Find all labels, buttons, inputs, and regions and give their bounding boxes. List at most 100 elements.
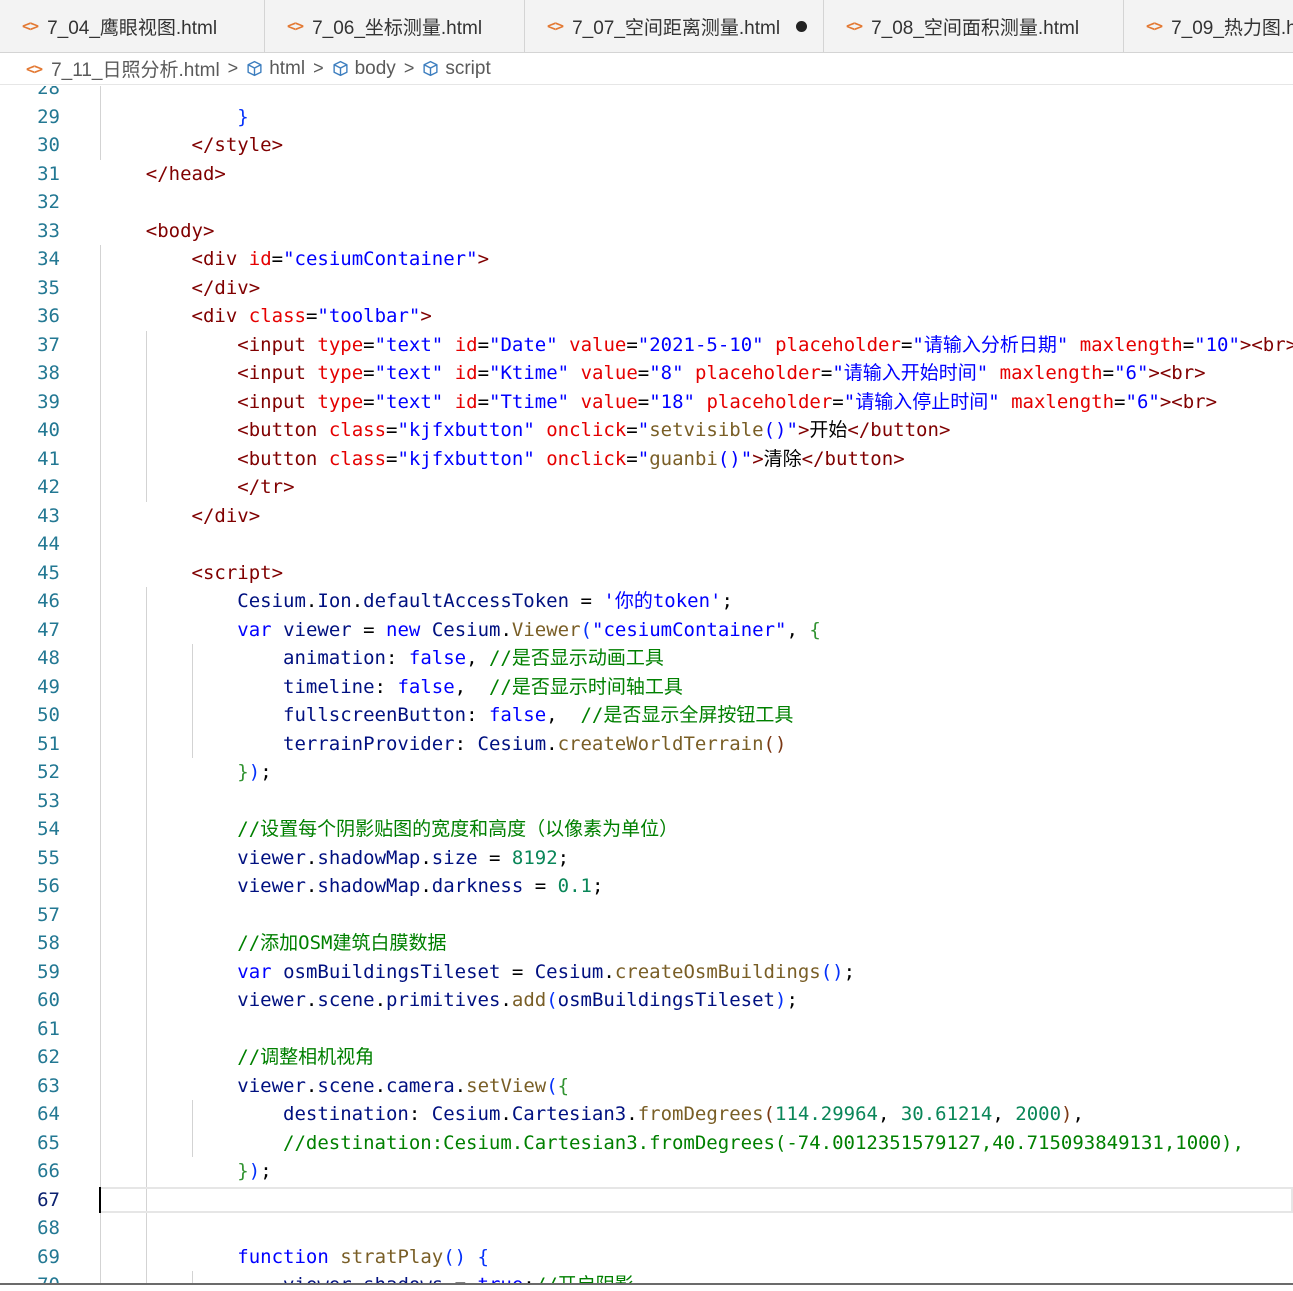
code-token: =: [569, 590, 604, 612]
panel-divider: [0, 1283, 1293, 1285]
breadcrumb-item-script[interactable]: script: [422, 58, 491, 80]
code-line[interactable]: 41 <button class="kjfxbutton" onclick="g…: [0, 444, 1293, 473]
code-token: 开始: [809, 419, 848, 441]
code-line[interactable]: 34 <div id="cesiumContainer">: [0, 245, 1293, 274]
tab-7-07[interactable]: <> 7_07_空间距离测量.html: [525, 0, 824, 52]
code-line[interactable]: 31 </head>: [0, 160, 1293, 189]
code-line[interactable]: 44: [0, 530, 1293, 559]
code-token: //添加OSM建筑白膜数据: [237, 932, 447, 954]
code-token: button: [248, 419, 318, 441]
line-number: 41: [37, 447, 60, 470]
code-line[interactable]: 53: [0, 786, 1293, 815]
code-line[interactable]: 54 //设置每个阴影贴图的宽度和高度（以像素为单位）: [0, 815, 1293, 844]
code-token: createOsmBuildings: [614, 960, 821, 983]
code-line[interactable]: 59 var osmBuildingsTileset = Cesium.crea…: [0, 957, 1293, 986]
code-line[interactable]: 66 });: [0, 1157, 1293, 1186]
line-number: 40: [37, 419, 60, 441]
code-token: <: [191, 305, 203, 327]
code-token: >: [214, 162, 226, 185]
code-line[interactable]: 37 <input type="text" id="Date" value="2…: [0, 330, 1293, 359]
code-line[interactable]: 39 <input type="text" id="Ttime" value="…: [0, 387, 1293, 416]
code-line[interactable]: 58 //添加OSM建筑白膜数据: [0, 929, 1293, 958]
breadcrumb: <> 7_11_日照分析.html > html > body > script: [0, 53, 1293, 85]
code-token: maxlength: [1011, 390, 1115, 413]
code-line[interactable]: 47 var viewer = new Cesium.Viewer("cesiu…: [0, 615, 1293, 644]
code-line[interactable]: 57: [0, 900, 1293, 929]
code-line[interactable]: 70 viewer.shadows = true;//开启阴影: [0, 1271, 1293, 1283]
code-line[interactable]: 40 <button class="kjfxbutton" onclick="s…: [0, 416, 1293, 445]
tab-7-04[interactable]: <> 7_04_鹰眼视图.html: [0, 0, 265, 52]
tab-7-06[interactable]: <> 7_06_坐标测量.html: [265, 0, 525, 52]
code-token: (): [443, 1245, 467, 1268]
code-line[interactable]: 61: [0, 1014, 1293, 1043]
indent-guide: [100, 1214, 101, 1243]
code-line[interactable]: 32: [0, 188, 1293, 217]
code-line[interactable]: 35 </div>: [0, 273, 1293, 303]
breadcrumb-item-label: html: [269, 57, 306, 79]
code-line[interactable]: 69 function stratPlay() {: [0, 1242, 1293, 1271]
code-text: </div>: [100, 274, 261, 303]
code-line[interactable]: 43 </div>: [0, 501, 1293, 530]
code-line[interactable]: 36 <div class="toolbar">: [0, 302, 1293, 331]
code-token: >: [202, 219, 215, 242]
code-line[interactable]: 50 fullscreenButton: false, //是否显示全屏按钮工具: [0, 701, 1293, 730]
code-token: =: [363, 390, 375, 413]
code-line[interactable]: 38 <input type="text" id="Ktime" value="…: [0, 359, 1293, 388]
code-token: (): [820, 960, 844, 983]
code-token: .: [500, 1103, 512, 1125]
breadcrumb-item-body[interactable]: body: [332, 58, 396, 80]
tab-7-08[interactable]: <> 7_08_空间面积测量.html: [824, 0, 1124, 52]
code-token: id: [454, 333, 478, 356]
code-token: <: [191, 248, 203, 270]
code-line[interactable]: 55 viewer.shadowMap.size = 8192;: [0, 843, 1293, 872]
code-line[interactable]: 48 animation: false, //是否显示动画工具: [0, 644, 1293, 673]
code-text: destination: Cesium.Cartesian3.fromDegre…: [100, 1100, 1084, 1129]
code-line[interactable]: 65 //destination:Cesium.Cartesian3.fromD…: [0, 1128, 1293, 1157]
code-line[interactable]: 67: [0, 1185, 1293, 1214]
code-line[interactable]: 51 terrainProvider: Cesium.createWorldTe…: [0, 729, 1293, 758]
unsaved-dot-icon[interactable]: [796, 20, 808, 32]
code-line[interactable]: 64 destination: Cesium.Cartesian3.fromDe…: [0, 1100, 1293, 1129]
code-token: ;: [557, 846, 570, 869]
code-line[interactable]: 62 //调整相机视角: [0, 1043, 1293, 1072]
code-line[interactable]: 33 <body>: [0, 217, 1293, 246]
code-line[interactable]: 56 viewer.shadowMap.darkness = 0.1;: [0, 872, 1293, 901]
code-line[interactable]: 28: [0, 86, 1293, 103]
code-token: .: [305, 875, 318, 897]
indent-guide: [100, 786, 101, 815]
code-token: </: [801, 447, 825, 470]
code-token: scene: [317, 989, 375, 1011]
code-token: ,: [786, 618, 810, 641]
breadcrumb-file[interactable]: <> 7_11_日照分析.html: [26, 55, 220, 82]
code-editor[interactable]: 28 29 } 30 </style> 31 </head> 32 33 <body> 34…: [0, 86, 1293, 1283]
code-line[interactable]: 60 viewer.scene.primitives.add(osmBuildi…: [0, 986, 1293, 1015]
tab-7-09[interactable]: <> 7_09_热力图.h: [1124, 0, 1293, 52]
code-line[interactable]: 63 viewer.scene.camera.setView({: [0, 1071, 1293, 1100]
code-line[interactable]: 45 <script>: [0, 558, 1293, 587]
code-text: <button class="kjfxbutton" onclick="setv…: [100, 416, 950, 445]
code-line[interactable]: 52 });: [0, 758, 1293, 787]
breadcrumb-item-html[interactable]: html: [246, 58, 305, 80]
code-token: >: [1285, 333, 1293, 356]
code-token: =: [820, 362, 833, 384]
code-line[interactable]: 49 timeline: false, //是否显示时间轴工具: [0, 672, 1293, 701]
code-lines[interactable]: 28 29 } 30 </style> 31 </head> 32 33 <body> 34…: [0, 86, 1293, 1283]
code-line[interactable]: 42 </tr>: [0, 473, 1293, 502]
code-line[interactable]: 46 Cesium.Ion.defaultAccessToken = '你的to…: [0, 587, 1293, 616]
code-token: id: [454, 362, 478, 384]
code-line[interactable]: 30 </style>: [0, 131, 1293, 160]
code-token: =: [500, 960, 535, 983]
code-line[interactable]: 68: [0, 1214, 1293, 1243]
line-number: 54: [37, 818, 60, 840]
line-number: 44: [37, 533, 60, 555]
code-line[interactable]: 29 }: [0, 102, 1293, 131]
code-token: osmBuildingsTileset: [557, 989, 775, 1011]
